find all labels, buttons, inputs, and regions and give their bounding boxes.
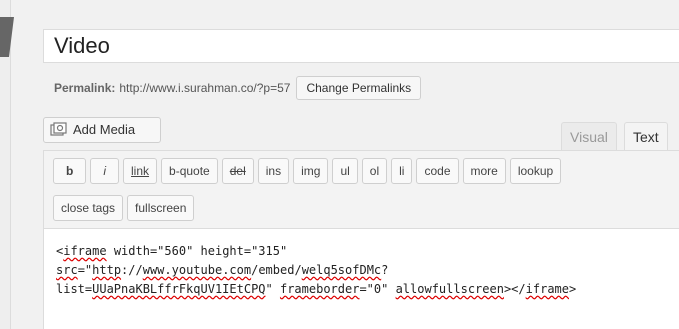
qt-fullscreen-button[interactable]: fullscreen <box>127 195 195 221</box>
permalink-label: Permalink: <box>54 81 116 95</box>
code-line-3: list=UUaPnaKBLffrFkqUV1IEtCPQ" framebord… <box>56 282 577 296</box>
permalink-url[interactable]: http://www.i.surahman.co/?p=57 <box>119 81 290 95</box>
qt-li-button[interactable]: li <box>391 158 413 184</box>
qt-ol-button[interactable]: ol <box>361 158 388 184</box>
content-textarea[interactable]: <iframe width="560" height="315" src="ht… <box>43 229 679 329</box>
qt-link-button[interactable]: link <box>123 158 158 184</box>
code-line-2: src="http://www.youtube.com/embed/welq5s… <box>56 263 389 277</box>
tab-text[interactable]: Text <box>624 122 668 151</box>
change-permalinks-button[interactable]: Change Permalinks <box>296 76 422 100</box>
post-title-input[interactable]: Video <box>43 29 679 63</box>
qt-img-button[interactable]: img <box>293 158 329 184</box>
permalink-box: Permalink: http://www.i.surahman.co/?p=5… <box>54 76 422 100</box>
qt-ul-button[interactable]: ul <box>332 158 358 184</box>
quicktags-row-1: b i link b-quote del ins img ul ol li co… <box>53 158 562 184</box>
quicktags-toolbar: b i link b-quote del ins img ul ol li co… <box>43 150 679 229</box>
qt-ins-button[interactable]: ins <box>257 158 290 184</box>
add-media-label: Add Media <box>73 122 136 137</box>
qt-del-button[interactable]: del <box>221 158 254 184</box>
qt-blockquote-button[interactable]: b-quote <box>161 158 218 184</box>
qt-bold-button[interactable]: b <box>53 158 87 184</box>
code-line-1: <iframe width="560" height="315" <box>56 244 288 258</box>
qt-lookup-button[interactable]: lookup <box>509 158 562 184</box>
menu-arrow-icon <box>0 17 14 57</box>
qt-more-button[interactable]: more <box>462 158 506 184</box>
qt-close-tags-button[interactable]: close tags <box>53 195 124 221</box>
qt-italic-button[interactable]: i <box>90 158 120 184</box>
qt-code-button[interactable]: code <box>416 158 459 184</box>
tab-visual[interactable]: Visual <box>561 122 617 151</box>
add-media-button[interactable]: Add Media <box>43 117 161 143</box>
media-camera-icon <box>50 122 67 136</box>
quicktags-row-2: close tags fullscreen <box>53 195 195 221</box>
